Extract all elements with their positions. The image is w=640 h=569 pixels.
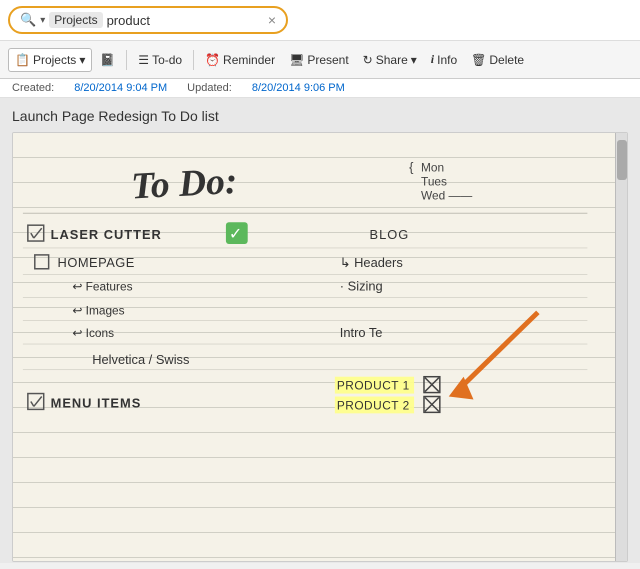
svg-text:Intro Te: Intro Te	[340, 325, 383, 340]
svg-text:HOMEPAGE: HOMEPAGE	[58, 255, 135, 270]
reminder-icon: ⏰	[205, 53, 220, 67]
toolbar-present-button[interactable]: 🖥 Present	[283, 49, 355, 71]
search-close-button[interactable]: ×	[268, 12, 276, 28]
projects-label: Projects	[33, 53, 76, 67]
info-icon: i	[431, 52, 434, 67]
svg-text:PRODUCT 1: PRODUCT 1	[337, 379, 410, 393]
present-label: Present	[307, 53, 348, 67]
reminder-label: Reminder	[223, 53, 275, 67]
svg-text:BLOG: BLOG	[370, 227, 410, 242]
svg-text:✓: ✓	[229, 226, 242, 243]
svg-text:· Sizing: · Sizing	[340, 279, 383, 294]
search-tag: Projects	[49, 12, 102, 28]
updated-label: Updated:	[187, 82, 232, 94]
search-dropdown-arrow[interactable]: ▾	[40, 15, 45, 26]
svg-text:Helvetica / Swiss: Helvetica / Swiss	[92, 352, 189, 367]
toolbar: 📋 Projects ▾ 📓 ☰ To-do ⏰ Reminder 🖥 Pres…	[0, 41, 640, 79]
metadata-bar: Created: 8/20/2014 9:04 PM Updated: 8/20…	[0, 79, 640, 98]
svg-text:{: {	[409, 160, 414, 175]
svg-text:Mon: Mon	[421, 161, 444, 175]
svg-text:↩ Images: ↩ Images	[72, 303, 124, 317]
share-label: Share	[376, 53, 408, 67]
created-label: Created:	[12, 82, 54, 94]
svg-text:LASER CUTTER: LASER CUTTER	[51, 227, 162, 242]
svg-text:↩ Icons: ↩ Icons	[72, 326, 114, 340]
svg-text:Wed ——: Wed ——	[421, 188, 472, 202]
todo-icon: ☰	[138, 53, 149, 67]
svg-text:PRODUCT 2: PRODUCT 2	[337, 398, 410, 412]
delete-label: Delete	[489, 53, 524, 67]
search-icon: 🔍	[20, 12, 36, 28]
separator-1	[126, 50, 127, 70]
share-dropdown-icon: ▾	[411, 53, 417, 67]
sketch-svg: To Do: { Mon Tues Wed —— LASER CUTTER ✓	[13, 133, 627, 561]
info-label: Info	[437, 53, 457, 67]
updated-date[interactable]: 8/20/2014 9:06 PM	[252, 82, 345, 94]
note-title: Launch Page Redesign To Do list	[12, 108, 628, 124]
toolbar-reminder-button[interactable]: ⏰ Reminder	[199, 49, 281, 71]
created-date[interactable]: 8/20/2014 9:04 PM	[74, 82, 167, 94]
projects-dropdown-icon: ▾	[79, 53, 85, 67]
note-paper: To Do: { Mon Tues Wed —— LASER CUTTER ✓	[12, 132, 628, 562]
search-query[interactable]: product	[107, 13, 264, 28]
todo-label: To-do	[152, 53, 182, 67]
present-icon: 🖥	[289, 53, 304, 67]
notebook-icon: 📓	[100, 53, 115, 67]
scrollbar[interactable]	[615, 133, 627, 561]
share-icon: ↻	[363, 53, 373, 67]
main-content: Launch Page Redesign To Do list To Do: {…	[0, 98, 640, 563]
scroll-thumb[interactable]	[617, 140, 627, 180]
svg-text:↳ Headers: ↳ Headers	[340, 255, 403, 270]
search-bar-row: 🔍 ▾ Projects product ×	[0, 0, 640, 41]
projects-icon: 📋	[15, 53, 30, 67]
search-bar[interactable]: 🔍 ▾ Projects product ×	[8, 6, 288, 34]
toolbar-share-button[interactable]: ↻ Share ▾	[357, 49, 423, 71]
toolbar-todo-button[interactable]: ☰ To-do	[132, 49, 188, 71]
svg-text:↩ Features: ↩ Features	[72, 280, 132, 294]
svg-text:Tues: Tues	[421, 175, 447, 189]
sketch-area: To Do: { Mon Tues Wed —— LASER CUTTER ✓	[13, 133, 627, 561]
toolbar-projects-button[interactable]: 📋 Projects ▾	[8, 48, 92, 72]
svg-text:MENU ITEMS: MENU ITEMS	[51, 395, 142, 410]
toolbar-notebook-button[interactable]: 📓	[94, 49, 121, 71]
delete-icon: 🗑	[471, 53, 486, 67]
separator-2	[193, 50, 194, 70]
toolbar-info-button[interactable]: i Info	[425, 48, 463, 71]
toolbar-delete-button[interactable]: 🗑 Delete	[465, 49, 530, 71]
svg-text:To Do:: To Do:	[130, 160, 238, 208]
